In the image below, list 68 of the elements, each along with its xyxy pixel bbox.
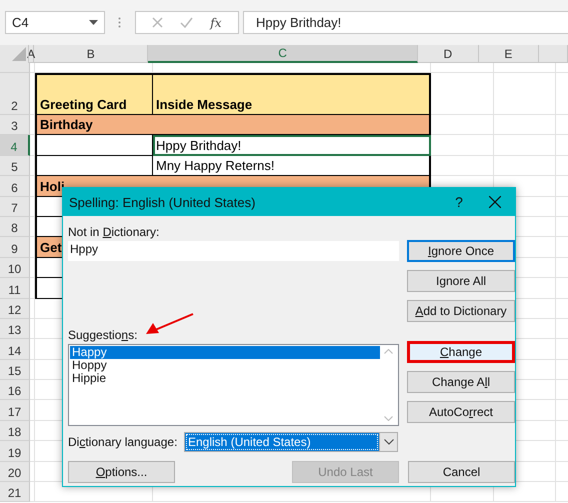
row-header[interactable]: 2 (0, 73, 30, 115)
table-cell: Hppy Brithday! (153, 135, 431, 156)
dialog-title: Spelling: English (United States) (69, 194, 256, 210)
grid-cell (431, 115, 494, 136)
row-header[interactable]: 18 (0, 420, 30, 442)
language-select[interactable]: English (United States) (184, 432, 398, 452)
column-header-cell: Inside Message (153, 73, 431, 115)
insert-function-button[interactable]: fx (210, 16, 222, 30)
grid-cell (494, 115, 556, 136)
dropdown-arrow-icon[interactable] (89, 20, 98, 25)
close-icon (489, 196, 501, 208)
dialog-button[interactable]: Options... (68, 461, 175, 483)
row-header[interactable]: 17 (0, 400, 30, 421)
cell-reference: C4 (12, 15, 29, 30)
suggestions-label: Suggestions: (68, 328, 138, 342)
row-header[interactable]: 6 (0, 176, 30, 197)
row-header[interactable]: 15 (0, 360, 30, 380)
column-header[interactable]: E (478, 45, 539, 63)
row-header[interactable]: 21 (0, 482, 30, 502)
row-header[interactable]: 12 (0, 298, 30, 319)
row-header[interactable]: 11 (0, 278, 30, 299)
help-button[interactable]: ? (443, 194, 475, 210)
select-all-icon[interactable] (12, 47, 26, 61)
row-header[interactable]: 5 (0, 156, 30, 176)
grid-cell (494, 73, 556, 115)
row-header[interactable]: 16 (0, 380, 30, 400)
row-header[interactable]: 7 (0, 196, 30, 217)
scroll-down-icon[interactable] (384, 416, 393, 421)
dialog-button[interactable]: AutoCorrect (407, 401, 515, 423)
scroll-up-icon[interactable] (384, 349, 393, 354)
row-header[interactable]: 4 (0, 135, 30, 156)
row-header[interactable]: 20 (0, 462, 30, 482)
row-header[interactable]: 3 (0, 115, 30, 136)
column-header[interactable]: C (148, 45, 418, 63)
suggestion-item[interactable]: Hippie (70, 372, 380, 385)
name-box[interactable]: C4 (5, 11, 105, 34)
row-header[interactable] (0, 63, 30, 73)
grid-cell (431, 73, 494, 115)
row-header[interactable]: 13 (0, 318, 30, 340)
column-header[interactable]: D (418, 45, 479, 63)
dialog-button[interactable]: Add to Dictionary (407, 300, 515, 322)
grid-cell (494, 156, 556, 176)
grip-icon (118, 17, 121, 28)
grid-cell (494, 135, 556, 156)
dialog-button[interactable]: Change All (407, 371, 515, 393)
formula-field[interactable]: Hppy Brithday! (243, 11, 568, 34)
section-cell: Birthday (35, 115, 431, 136)
column-header-cell: Greeting Card (35, 73, 153, 115)
language-label: Dictionary language: (68, 435, 178, 449)
suggestion-item[interactable]: Hoppy (70, 359, 380, 372)
column-header[interactable] (538, 45, 568, 63)
check-icon[interactable] (180, 17, 194, 28)
row-header[interactable]: 10 (0, 258, 30, 278)
dialog-button[interactable]: Cancel (408, 461, 515, 483)
field-label: Not in Dictionary: (68, 225, 160, 239)
suggestion-item[interactable]: Happy (70, 346, 380, 359)
dialog-button[interactable]: Ignore All (407, 270, 515, 292)
row-header[interactable]: 9 (0, 237, 30, 258)
row-header[interactable]: 14 (0, 339, 30, 360)
pointer-arrow (145, 312, 195, 336)
not-in-dictionary-field[interactable]: Hppy (68, 241, 399, 261)
row-header[interactable]: 19 (0, 441, 30, 462)
grid-cell (431, 135, 494, 156)
dialog-button[interactable]: Change (407, 341, 515, 363)
cancel-icon[interactable] (152, 17, 164, 28)
dialog-button[interactable]: Ignore Once (407, 240, 515, 262)
chevron-down-icon (384, 439, 394, 445)
row-header[interactable]: 8 (0, 216, 30, 238)
